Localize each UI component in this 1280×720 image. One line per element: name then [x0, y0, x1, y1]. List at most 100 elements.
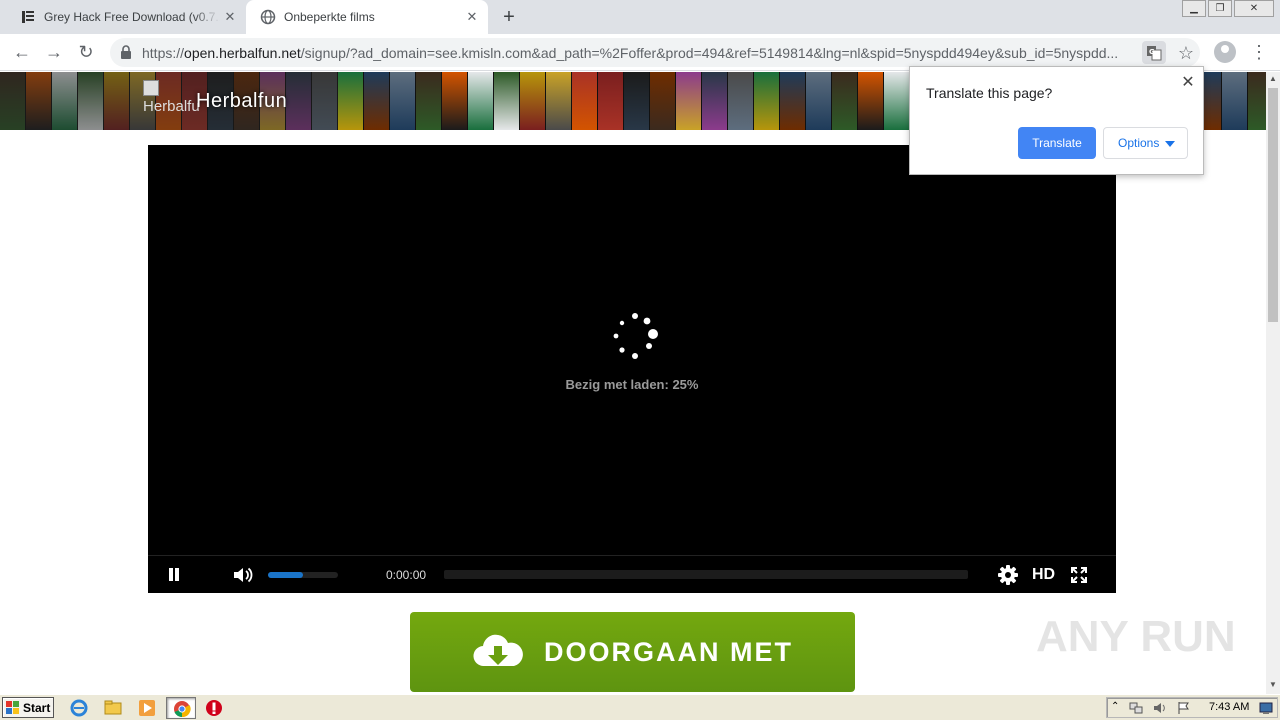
globe-icon: [260, 9, 276, 25]
movie-poster: [390, 72, 416, 130]
movie-poster: [546, 72, 572, 130]
close-icon[interactable]: ✕: [1180, 75, 1196, 91]
network-icon[interactable]: [1129, 701, 1143, 715]
movie-poster: [364, 72, 390, 130]
movie-poster: [598, 72, 624, 130]
movie-poster: [780, 72, 806, 130]
movie-poster: [1222, 72, 1248, 130]
movie-poster: [572, 72, 598, 130]
minimize-icon[interactable]: ▁: [1182, 0, 1206, 17]
movie-poster: [858, 72, 884, 130]
movie-poster: [338, 72, 364, 130]
tab-title: Grey Hack Free Download (v0.7.290: [44, 10, 220, 24]
movie-poster: [104, 72, 130, 130]
chrome-icon: [174, 701, 191, 718]
chevron-down-icon: [1165, 141, 1175, 147]
player-controls: 0:00:00 HD: [148, 555, 1116, 593]
forward-arrow-icon[interactable]: →: [42, 40, 66, 64]
back-arrow-icon[interactable]: ←: [10, 40, 34, 64]
close-window-icon[interactable]: ✕: [1234, 0, 1274, 17]
movie-poster: [702, 72, 728, 130]
scroll-thumb[interactable]: [1268, 88, 1278, 322]
tab-onbeperkte-films[interactable]: Onbeperkte films ✕: [246, 0, 488, 34]
menu-kebab-icon[interactable]: ⋮: [1250, 40, 1268, 64]
tab-strip: Grey Hack Free Download (v0.7.290 ✕ Onbe…: [0, 0, 1280, 34]
volume-tray-icon[interactable]: [1153, 701, 1167, 715]
options-dropdown[interactable]: Options: [1103, 127, 1188, 159]
volume-slider[interactable]: [268, 572, 338, 578]
start-button[interactable]: Start: [2, 697, 54, 718]
volume-level: [268, 572, 303, 578]
restore-icon[interactable]: ❐: [1208, 0, 1232, 17]
loading-spinner-icon: [613, 313, 658, 359]
loading-status: Bezig met laden: 25%: [565, 377, 699, 392]
profile-avatar[interactable]: [1214, 41, 1236, 63]
movie-poster: [78, 72, 104, 130]
volume-icon[interactable]: [232, 565, 254, 585]
folder-icon[interactable]: [104, 699, 122, 717]
movie-poster: [468, 72, 494, 130]
taskbar-clock[interactable]: 7:43 AM: [1209, 701, 1249, 713]
system-tray: ⌃ 7:43 AM: [1106, 697, 1278, 718]
page-scrollbar[interactable]: ▲ ▼: [1266, 72, 1280, 694]
site-brand[interactable]: Herbalfun: [196, 90, 287, 113]
broken-logo-image: [143, 80, 159, 96]
taskbar-chrome-button[interactable]: [166, 697, 196, 719]
movie-poster: [520, 72, 546, 130]
lock-icon: [121, 45, 131, 59]
show-desktop-icon[interactable]: [1259, 701, 1273, 715]
close-tab-icon[interactable]: ✕: [464, 9, 480, 25]
logo-alt-text: Herbalfu: [143, 98, 200, 115]
cloud-download-icon: [473, 634, 523, 667]
media-player-icon[interactable]: [138, 699, 156, 717]
movie-poster: [650, 72, 676, 130]
translate-button[interactable]: Translate: [1018, 127, 1096, 159]
movie-poster: [52, 72, 78, 130]
movie-poster: [806, 72, 832, 130]
bookmark-star-icon[interactable]: ☆: [1174, 41, 1198, 65]
movie-poster: [312, 72, 338, 130]
movie-poster: [676, 72, 702, 130]
movie-poster: [728, 72, 754, 130]
movie-poster: [442, 72, 468, 130]
tab-grey-hack[interactable]: Grey Hack Free Download (v0.7.290 ✕: [8, 0, 246, 34]
translate-icon[interactable]: G: [1142, 41, 1166, 64]
continue-button[interactable]: DOORGAAN MET: [410, 612, 855, 692]
movie-poster: [286, 72, 312, 130]
playback-time: 0:00:00: [386, 568, 427, 582]
movie-poster: [754, 72, 780, 130]
movie-poster: [0, 72, 26, 130]
url-text: https://open.herbalfun.net/signup/?ad_do…: [142, 45, 1119, 61]
hd-toggle[interactable]: HD: [1032, 566, 1055, 584]
address-bar[interactable]: https://open.herbalfun.net/signup/?ad_do…: [110, 38, 1200, 67]
gear-icon[interactable]: [998, 565, 1018, 585]
anyrun-watermark: ANY RUN: [1036, 612, 1236, 661]
tab-title: Onbeperkte films: [284, 10, 375, 24]
movie-poster: [624, 72, 650, 130]
movie-poster: [884, 72, 910, 130]
movie-poster: [1248, 72, 1266, 130]
video-player[interactable]: Bezig met laden: 25% 0:00:00 HD: [148, 145, 1116, 593]
movie-poster: [26, 72, 52, 130]
svg-text:G: G: [1149, 48, 1155, 56]
movie-poster: [832, 72, 858, 130]
pause-icon[interactable]: [168, 568, 180, 582]
internet-explorer-icon[interactable]: [70, 699, 88, 717]
file-icon: [20, 9, 36, 25]
continue-label: DOORGAAN MET: [544, 636, 793, 667]
opera-icon[interactable]: [205, 699, 223, 717]
scroll-up-icon[interactable]: ▲: [1266, 72, 1280, 86]
action-center-flag-icon[interactable]: [1177, 701, 1191, 715]
windows-taskbar: Start ⌃ 7:43 AM: [0, 694, 1280, 720]
windows-flag-icon: [6, 700, 19, 714]
movie-poster: [416, 72, 442, 130]
scroll-down-icon[interactable]: ▼: [1266, 678, 1280, 692]
seek-bar[interactable]: [444, 570, 968, 579]
new-tab-button[interactable]: +: [498, 6, 520, 28]
translate-popup: Translate this page? ✕ Translate Options: [909, 66, 1204, 175]
movie-poster: [494, 72, 520, 130]
fullscreen-icon[interactable]: [1070, 566, 1088, 584]
close-tab-icon[interactable]: ✕: [222, 9, 238, 25]
show-hidden-icons-icon[interactable]: ⌃: [1111, 701, 1125, 715]
reload-icon[interactable]: ↻: [74, 40, 98, 64]
